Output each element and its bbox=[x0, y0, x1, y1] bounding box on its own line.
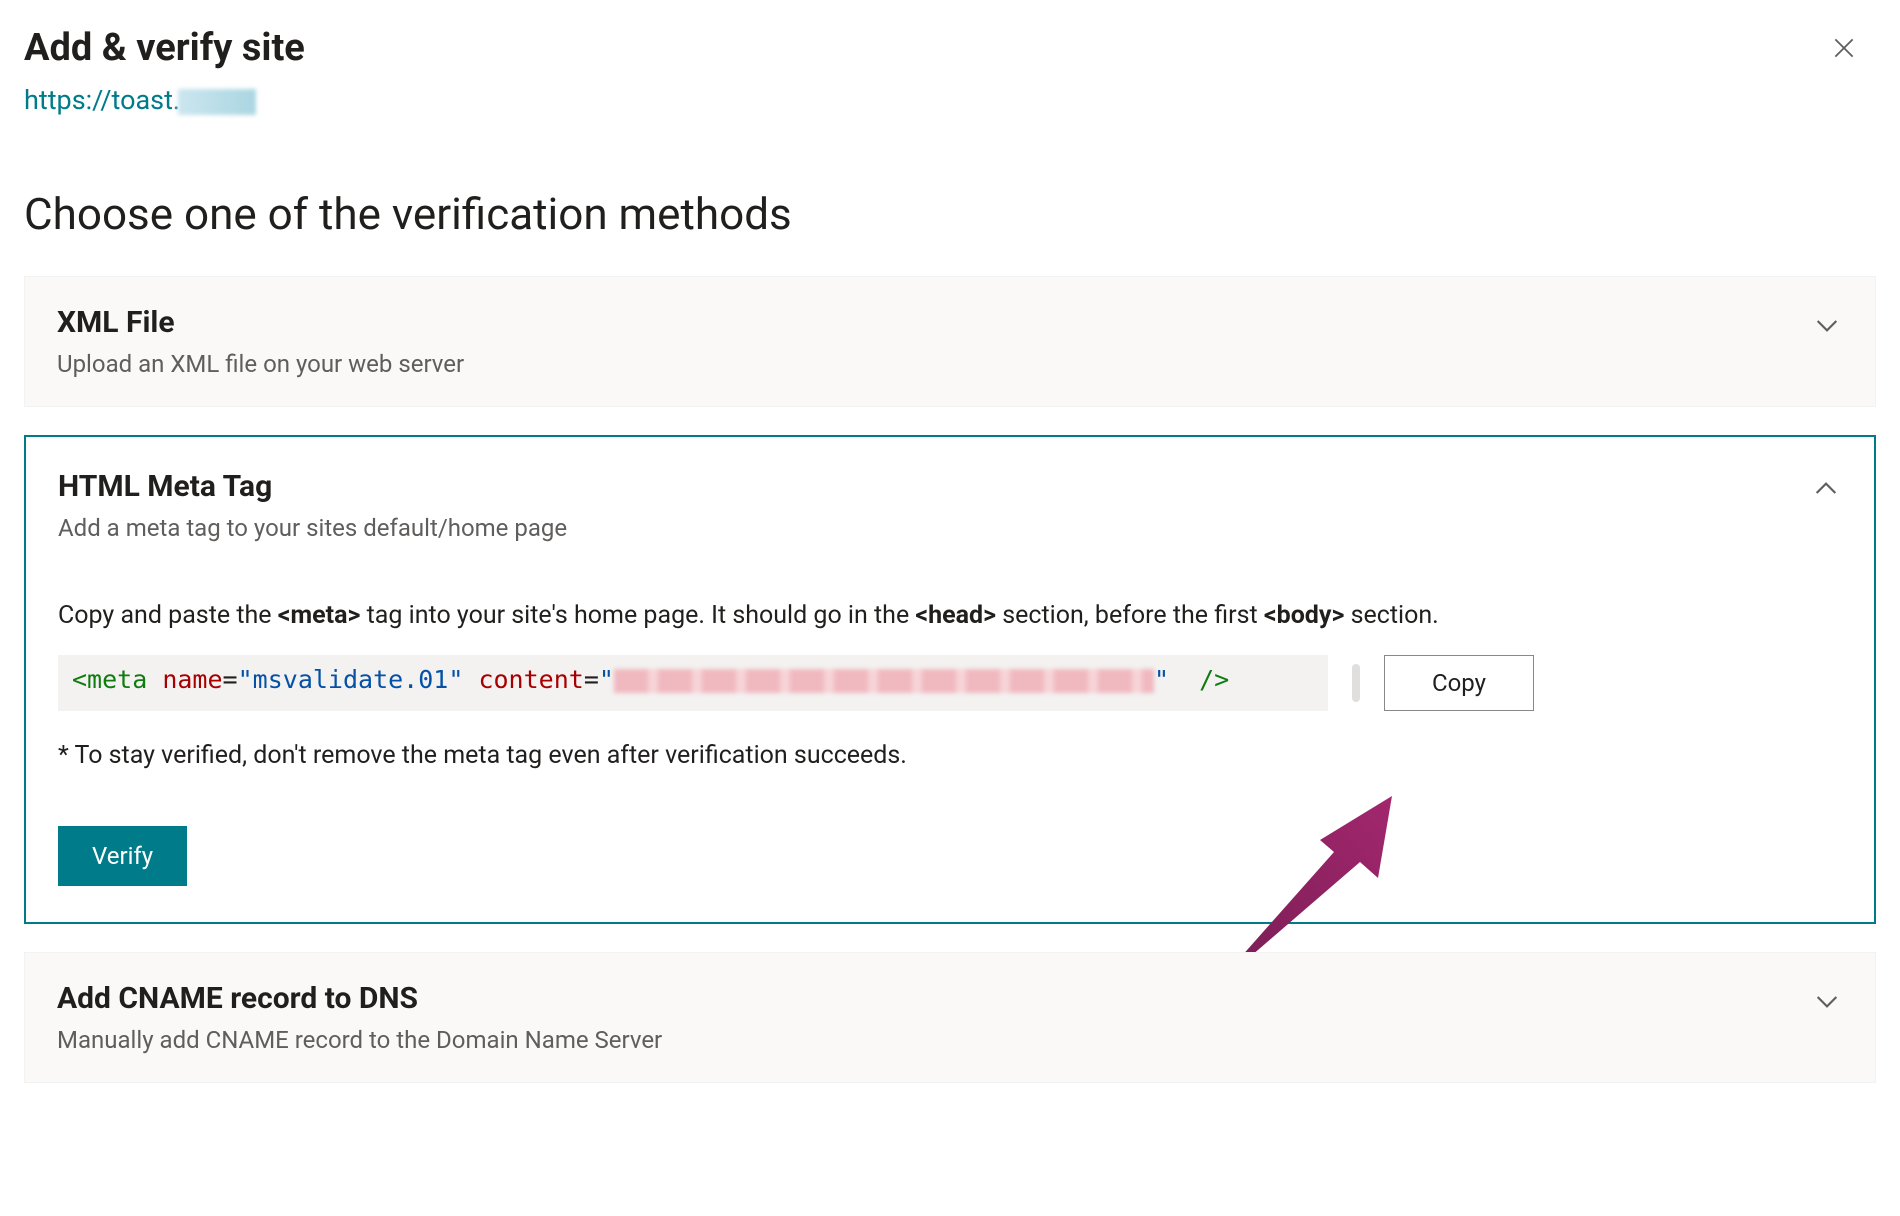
page-title: Add & verify site bbox=[24, 26, 305, 70]
close-icon bbox=[1831, 35, 1857, 61]
site-url-redacted bbox=[178, 89, 256, 115]
chevron-up-icon bbox=[1810, 473, 1842, 505]
chevron-down-icon bbox=[1811, 309, 1843, 341]
header-row: Add & verify site https://toast. bbox=[24, 18, 1876, 116]
panel-cname-record-header[interactable]: Add CNAME record to DNS Manually add CNA… bbox=[57, 981, 1843, 1054]
chevron-down-icon bbox=[1811, 985, 1843, 1017]
site-url[interactable]: https://toast. bbox=[24, 84, 305, 116]
section-heading: Choose one of the verification methods bbox=[24, 188, 1876, 240]
copy-button[interactable]: Copy bbox=[1384, 655, 1534, 711]
header-left: Add & verify site https://toast. bbox=[24, 18, 305, 116]
panel-html-meta-tag-subtitle: Add a meta tag to your sites default/hom… bbox=[58, 514, 567, 542]
panel-html-meta-tag: HTML Meta Tag Add a meta tag to your sit… bbox=[24, 435, 1876, 924]
meta-tag-instruction: Copy and paste the <meta> tag into your … bbox=[58, 598, 1842, 633]
panel-xml-file-header[interactable]: XML File Upload an XML file on your web … bbox=[57, 305, 1843, 378]
close-button[interactable] bbox=[1822, 26, 1866, 70]
meta-tag-code[interactable]: <meta name="msvalidate.01" content="" /> bbox=[58, 655, 1328, 711]
panel-cname-record[interactable]: Add CNAME record to DNS Manually add CNA… bbox=[24, 952, 1876, 1083]
panel-html-meta-tag-title: HTML Meta Tag bbox=[58, 469, 567, 504]
panel-xml-file-title: XML File bbox=[57, 305, 464, 340]
meta-tag-note: * To stay verified, don't remove the met… bbox=[58, 741, 1842, 770]
panel-html-meta-tag-header[interactable]: HTML Meta Tag Add a meta tag to your sit… bbox=[58, 469, 1842, 542]
panel-cname-record-subtitle: Manually add CNAME record to the Domain … bbox=[57, 1026, 662, 1054]
panel-xml-file[interactable]: XML File Upload an XML file on your web … bbox=[24, 276, 1876, 407]
code-scrollbar[interactable] bbox=[1352, 664, 1360, 702]
add-verify-site-panel: Add & verify site https://toast. Choose … bbox=[0, 0, 1900, 1123]
meta-tag-content-redacted bbox=[614, 669, 1154, 693]
verify-button[interactable]: Verify bbox=[58, 826, 187, 886]
site-url-prefix: https://toast. bbox=[24, 84, 180, 116]
panel-html-meta-tag-body: Copy and paste the <meta> tag into your … bbox=[58, 598, 1842, 886]
verification-methods-accordion: XML File Upload an XML file on your web … bbox=[24, 276, 1876, 1083]
panel-xml-file-subtitle: Upload an XML file on your web server bbox=[57, 350, 464, 378]
panel-cname-record-title: Add CNAME record to DNS bbox=[57, 981, 662, 1016]
meta-tag-code-row: <meta name="msvalidate.01" content="" />… bbox=[58, 655, 1842, 711]
